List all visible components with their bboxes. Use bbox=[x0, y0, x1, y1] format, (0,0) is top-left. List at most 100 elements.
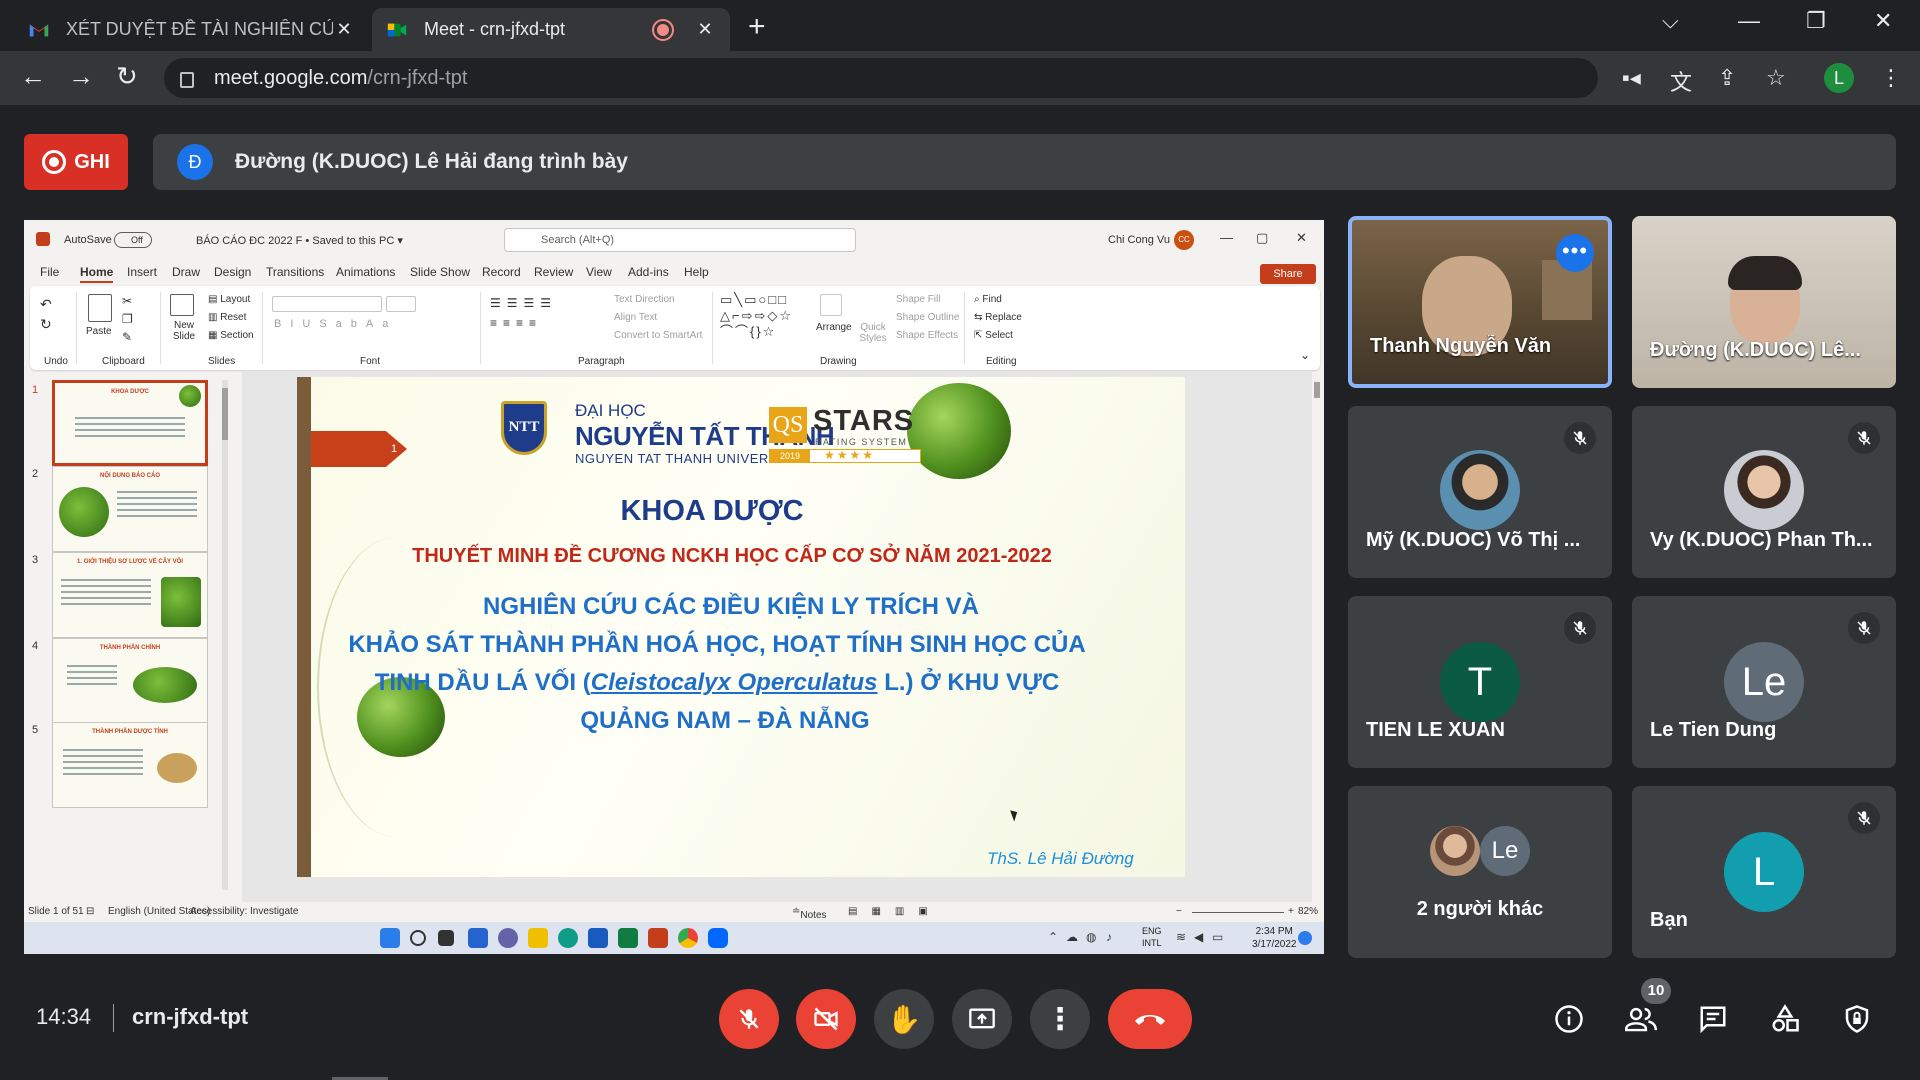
zalo-icon[interactable] bbox=[708, 928, 728, 948]
input-language[interactable]: ENG INTL bbox=[1142, 925, 1162, 949]
windows-start-icon[interactable] bbox=[380, 928, 400, 948]
menu-transitions[interactable]: Transitions bbox=[266, 265, 324, 279]
arrange-icon[interactable] bbox=[820, 294, 842, 316]
forward-arrow-icon[interactable]: → bbox=[68, 61, 94, 92]
spelling-icon[interactable]: ⊟ bbox=[86, 906, 94, 917]
people-button[interactable] bbox=[1624, 1002, 1658, 1036]
ppt-share-button[interactable]: Share bbox=[1260, 264, 1316, 284]
others-tile[interactable]: Le 2 người khác bbox=[1348, 786, 1612, 958]
task-view-icon[interactable] bbox=[438, 930, 454, 946]
participant-tile[interactable]: Mỹ (K.DUOC) Võ Thị ... bbox=[1348, 406, 1612, 578]
menu-view[interactable]: View bbox=[586, 265, 612, 279]
font-name-select[interactable] bbox=[272, 296, 382, 312]
chrome-icon[interactable] bbox=[678, 928, 698, 948]
camera-icon[interactable]: ▪◂ bbox=[1622, 65, 1641, 91]
toggle-camera-button[interactable] bbox=[796, 989, 856, 1049]
share-icon[interactable]: ⇪ bbox=[1718, 65, 1736, 91]
translate-icon[interactable]: 文 bbox=[1670, 65, 1692, 97]
taskbar-clock[interactable]: 2:34 PM 3/17/2022 bbox=[1252, 925, 1297, 951]
participant-tile[interactable]: Le Le Tien Dung bbox=[1632, 596, 1896, 768]
profile-avatar[interactable]: L bbox=[1824, 63, 1854, 93]
menu-home[interactable]: Home bbox=[80, 265, 114, 283]
minimize-button[interactable]: — bbox=[1738, 8, 1760, 34]
copy-icon[interactable]: ❐ bbox=[122, 312, 133, 326]
tray-app-icon[interactable]: ◍ bbox=[1086, 930, 1096, 944]
volume-icon[interactable]: ◀ bbox=[1194, 930, 1203, 944]
ppt-user-avatar[interactable]: CC bbox=[1174, 230, 1194, 250]
document-title[interactable]: BÁO CÁO ĐC 2022 F • Saved to this PC ▾ bbox=[196, 234, 403, 247]
quick-styles-button[interactable]: Quick Styles bbox=[856, 322, 890, 344]
more-options-button[interactable]: ⋮ bbox=[1030, 989, 1090, 1049]
restore-button[interactable]: ❐ bbox=[1806, 8, 1826, 34]
slide-thumbnail-3[interactable]: 1. GIỚI THIỆU SƠ LƯỢC VỀ CÂY VỐI bbox=[52, 552, 208, 638]
close-tab-icon[interactable]: ✕ bbox=[694, 19, 716, 40]
cut-icon[interactable]: ✂ bbox=[122, 294, 132, 308]
ppt-search-input[interactable]: Search (Alt+Q) bbox=[504, 228, 856, 252]
menu-slide-show[interactable]: Slide Show bbox=[410, 265, 470, 279]
word-icon[interactable] bbox=[588, 928, 608, 948]
shape-outline-button[interactable]: Shape Outline bbox=[896, 312, 959, 323]
arrange-label[interactable]: Arrange bbox=[816, 322, 852, 333]
thumbnails-scrollbar[interactable] bbox=[222, 380, 228, 890]
reload-icon[interactable]: ↻ bbox=[116, 61, 138, 92]
participant-tile[interactable]: ••• Thanh Nguyễn Văn bbox=[1348, 216, 1612, 388]
layout-button[interactable]: ▤ Layout bbox=[208, 294, 250, 305]
new-slide-label[interactable]: New Slide bbox=[164, 320, 204, 342]
slide-thumbnail-5[interactable]: THÀNH PHẦN DƯỢC TÍNH bbox=[52, 722, 208, 808]
activities-button[interactable] bbox=[1768, 1002, 1802, 1036]
search-icon[interactable] bbox=[410, 930, 426, 946]
shapes-gallery[interactable]: ▭╲▭○□□ △⌐⇨⇨◇☆ ⌒⌒{}☆ bbox=[720, 292, 810, 340]
redo-icon[interactable]: ↻ bbox=[40, 316, 52, 333]
tray-chevron-icon[interactable]: ⌃ bbox=[1048, 930, 1058, 944]
view-buttons[interactable]: ▤▦▥▣ bbox=[848, 906, 942, 917]
section-button[interactable]: ▦ Section bbox=[208, 330, 254, 341]
shape-fill-button[interactable]: Shape Fill bbox=[896, 294, 940, 305]
notification-icon[interactable] bbox=[1298, 931, 1312, 945]
ppt-close-icon[interactable]: ✕ bbox=[1296, 230, 1307, 246]
onedrive-icon[interactable]: ☁ bbox=[1066, 930, 1078, 944]
chat-button[interactable] bbox=[1696, 1002, 1730, 1036]
notes-button[interactable]: ≐ Notes bbox=[792, 906, 827, 921]
powerpoint-taskbar-icon[interactable] bbox=[648, 928, 668, 948]
convert-smartart-button[interactable]: Convert to SmartArt bbox=[614, 330, 702, 341]
zoom-out-icon[interactable]: − bbox=[1176, 906, 1182, 917]
edge-icon[interactable] bbox=[558, 928, 578, 948]
font-format-icons[interactable]: BIUSabAa bbox=[274, 318, 397, 330]
file-explorer-icon[interactable] bbox=[528, 928, 548, 948]
new-slide-icon[interactable] bbox=[170, 294, 194, 316]
ribbon-collapse-icon[interactable]: ⌄ bbox=[1300, 348, 1310, 362]
back-arrow-icon[interactable]: ← bbox=[20, 61, 46, 92]
accessibility-label[interactable]: Accessibility: Investigate bbox=[190, 906, 298, 917]
current-slide[interactable]: 1 NTT ĐẠI HỌC NGUYỄN TẤT THÀNH NGUYEN TA… bbox=[297, 377, 1185, 877]
new-tab-button[interactable]: + bbox=[748, 10, 766, 44]
zoom-level[interactable]: 82% bbox=[1298, 906, 1318, 917]
tab-meet[interactable]: Meet - crn-jfxd-tpt ✕ bbox=[372, 8, 730, 51]
close-tab-icon[interactable]: ✕ bbox=[333, 19, 355, 40]
leave-call-button[interactable] bbox=[1108, 989, 1192, 1049]
select-button[interactable]: ⇱ Select bbox=[974, 330, 1013, 341]
tray-mic-icon[interactable]: ♪ bbox=[1106, 930, 1112, 944]
bookmark-star-icon[interactable]: ☆ bbox=[1766, 65, 1786, 91]
ppt-minimize-icon[interactable]: — bbox=[1220, 230, 1233, 245]
menu-insert[interactable]: Insert bbox=[127, 265, 157, 279]
slide-thumbnail-1[interactable]: KHOA DƯỢC bbox=[52, 380, 208, 466]
meeting-details-button[interactable] bbox=[1552, 1002, 1586, 1036]
menu-design[interactable]: Design bbox=[214, 265, 251, 279]
zoom-slider[interactable] bbox=[1192, 912, 1284, 913]
menu-add-ins[interactable]: Add-ins bbox=[628, 265, 669, 279]
shape-effects-button[interactable]: Shape Effects bbox=[896, 330, 958, 341]
participant-tile[interactable]: Vy (K.DUOC) Phan Th... bbox=[1632, 406, 1896, 578]
replace-button[interactable]: ⇆ Replace bbox=[974, 312, 1022, 323]
format-painter-icon[interactable]: ✎ bbox=[122, 330, 132, 344]
undo-icon[interactable]: ↶ bbox=[40, 296, 52, 313]
excel-icon[interactable] bbox=[618, 928, 638, 948]
teams-chat-icon[interactable] bbox=[498, 928, 518, 948]
menu-animations[interactable]: Animations bbox=[336, 265, 395, 279]
recording-button[interactable]: GHI bbox=[24, 134, 128, 190]
menu-help[interactable]: Help bbox=[684, 265, 709, 279]
menu-record[interactable]: Record bbox=[482, 265, 521, 279]
slide-thumbnail-4[interactable]: THÀNH PHẦN CHÍNH bbox=[52, 638, 208, 724]
list-icons[interactable]: ☰☰☰☰ bbox=[490, 296, 557, 310]
widgets-icon[interactable] bbox=[468, 928, 488, 948]
address-bar[interactable]: meet.google.com/crn-jfxd-tpt bbox=[164, 58, 1598, 98]
